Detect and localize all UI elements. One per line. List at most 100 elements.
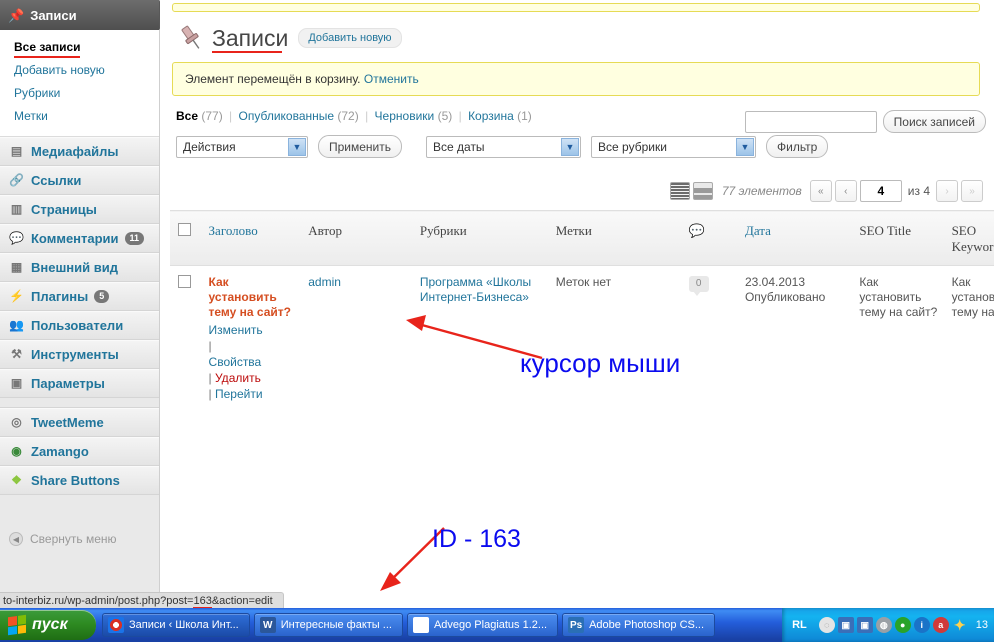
taskbar-item-photoshop[interactable]: Ps Adobe Photoshop CS... [562,613,716,637]
filter-published[interactable]: Опубликованные [239,109,335,123]
active-underline [14,56,80,58]
chrome-icon [108,617,124,633]
total-pages-label: из 4 [907,184,930,198]
comment-count-bubble[interactable]: 0 [688,275,709,296]
trash-notice: Элемент перемещён в корзину. Отменить [172,62,980,96]
first-page-button[interactable]: « [809,180,832,202]
sidebar-item-users[interactable]: 👥 Пользователи [0,311,159,340]
row-title-cell: Как установить тему на сайт? Изменить | … [202,266,302,480]
current-page-input[interactable]: 4 [859,180,902,202]
taskbar-item-photoshop-label: Adobe Photoshop CS... [589,619,705,631]
chevron-down-icon: ▼ [561,137,580,156]
view-mode-list-icon[interactable] [669,182,690,200]
sidebar-item-settings-label: Параметры [31,376,105,391]
sidebar-item-appearance[interactable]: ▦ Внешний вид [0,253,159,282]
taskbar-item-chrome-label: Записи ‹ Школа Инт... [129,619,239,631]
pagination-area: 77 элементов « ‹ 4 из 4 › » [669,180,986,202]
start-button[interactable]: пуск [0,610,96,640]
media-icon: ▤ [10,144,23,158]
taskbar-item-word[interactable]: W Интересные факты ... [253,613,403,637]
collapse-menu-button[interactable]: ◀ Свернуть меню [0,525,159,553]
row-date-value: 23.04.2013 [744,275,806,289]
taskbar-item-chrome[interactable]: Записи ‹ Школа Инт... [102,613,250,637]
prev-page-button[interactable]: ‹ [834,180,857,202]
advego-icon: A [412,617,429,633]
network2-icon[interactable]: ▣ [856,617,873,633]
submenu-item-tags[interactable]: Метки [0,105,159,128]
filter-all[interactable]: Все [176,109,198,123]
plugin-icon: ⚡ [9,289,24,303]
row-action-trash[interactable]: Удалить [215,371,261,385]
row-author-link[interactable]: admin [308,275,341,289]
search-input[interactable] [744,110,877,133]
antivirus-icon[interactable]: ● [894,617,911,633]
search-button[interactable]: Поиск записей [882,110,986,133]
row-checkbox[interactable] [178,275,191,288]
sidebar-item-settings[interactable]: ▣ Параметры [0,369,159,398]
status-url-post-id: 163 [193,595,212,607]
sidebar-item-pages[interactable]: ▥ Страницы [0,195,159,224]
sidebar-item-share-buttons[interactable]: ❖ Share Buttons [0,466,159,495]
row-action-quick-edit[interactable]: Свойства [209,355,262,369]
sidebar-item-comments[interactable]: 💬 Комментарии 11 [0,224,159,253]
submenu-item-add-new[interactable]: Добавить новую [0,59,159,82]
chevron-down-icon: ▼ [288,137,306,156]
info-icon[interactable]: i [913,617,930,633]
sidebar-item-users-label: Пользователи [31,318,124,333]
sidebar-item-media[interactable]: ▤ Медиафайлы [0,137,159,166]
sidebar-item-tools-label: Инструменты [31,347,119,362]
submenu-item-categories[interactable]: Рубрики [0,82,159,105]
filter-trash[interactable]: Корзина [468,109,514,123]
column-header-seo-title: SEO Title [852,210,945,266]
status-url-highlight: 163 [193,595,212,608]
row-comments-cell: 0 [685,266,738,480]
sidebar-item-zamango[interactable]: ◉ Zamango [0,437,159,466]
sidebar-item-plugins[interactable]: ⚡ Плагины 5 [0,282,159,311]
last-page-button: » [961,180,983,202]
row-category-link[interactable]: Программа «Школы Интернет-Бизнеса» [420,275,531,304]
column-header-tags: Метки [548,210,685,266]
pin-icon: 📌 [8,7,25,23]
admin-content: Записи Добавить новую Элемент перемещён … [160,0,994,608]
add-new-button[interactable]: Добавить новую [298,28,402,48]
magic-icon[interactable]: ✦ [952,617,968,633]
filter-sep-3: | [458,109,462,123]
submenu-item-all-posts-label: Все записи [14,40,81,54]
loading-icon[interactable]: ◌ [818,617,835,633]
row-title-link[interactable]: Как установить тему на сайт? [209,275,291,319]
date-filter-select[interactable]: Все даты ▼ [426,135,582,158]
taskbar-clock[interactable]: 13 [976,619,988,631]
filter-all-count: (77) [201,109,223,123]
language-indicator[interactable]: RL [792,619,807,631]
item-count: 77 элементов [721,184,802,198]
row-action-view[interactable]: Перейти [215,387,263,401]
sidebar-item-tweetmeme[interactable]: ◎ TweetMeme [0,408,159,437]
volume-icon[interactable]: ◍ [875,617,892,633]
ami-icon[interactable]: a [932,617,949,633]
sidebar-item-links[interactable]: 🔗 Ссылки [0,166,159,195]
submenu-item-all-posts[interactable]: Все записи [0,36,159,59]
taskbar-item-advego[interactable]: A Advego Plagiatus 1.2... [406,613,559,637]
sidebar-item-tools[interactable]: ⚒ Инструменты [0,340,159,369]
apply-button[interactable]: Применить [318,135,403,158]
filter-button[interactable]: Фильтр [766,135,829,158]
filter-drafts[interactable]: Черновики [375,109,435,123]
select-all-checkbox[interactable] [178,223,191,236]
network-icon[interactable]: ▣ [837,617,854,633]
bulk-actions-select[interactable]: Действия ▼ [176,135,308,158]
row-action-sep-3: | [208,387,212,401]
category-filter-select[interactable]: Все рубрики ▼ [591,135,757,158]
view-mode-excerpt-icon[interactable] [692,182,713,200]
sidebar-item-posts[interactable]: 📌 Записи [0,0,169,30]
word-icon: W [259,617,276,633]
users-icon: 👥 [9,318,24,332]
column-header-title[interactable]: Заголово [201,210,302,266]
sidebar-item-share-buttons-label: Share Buttons [31,473,120,488]
column-header-date[interactable]: Дата [737,210,853,266]
posts-table: Заголово Автор Рубрики Метки 💬 Дата SEO … [170,210,994,479]
undo-link[interactable]: Отменить [364,72,419,86]
column-header-seo-keywords: SEO Keywords [944,210,994,266]
posts-table-head: Заголово Автор Рубрики Метки 💬 Дата SEO … [170,210,994,266]
row-action-edit[interactable]: Изменить [209,323,263,337]
filter-sep-1: | [229,109,233,123]
